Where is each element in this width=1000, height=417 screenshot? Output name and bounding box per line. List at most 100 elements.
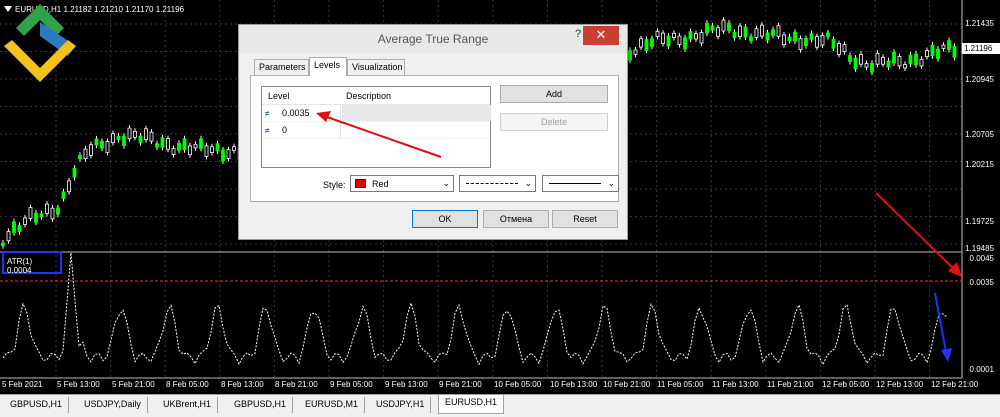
candle-body <box>127 127 132 140</box>
description-cell[interactable] <box>342 105 491 121</box>
candle-body <box>67 180 71 193</box>
color-select[interactable]: Red ⌄ <box>350 175 454 192</box>
chart-tab[interactable]: GBPUSD,H1 <box>4 397 70 413</box>
levels-table[interactable]: Level Description ≠ 0.0035 ≠ 0 <box>261 86 491 168</box>
current-price-label: 1.21196 <box>962 43 1000 54</box>
level-cell[interactable]: ≠ 0 <box>262 122 341 138</box>
candle-body <box>182 138 187 151</box>
candle-body <box>23 217 27 225</box>
candle-body <box>50 207 55 220</box>
candle-body <box>628 49 632 61</box>
time-axis-label: 5 Feb 13:00 <box>57 380 100 389</box>
candle-body <box>666 35 671 47</box>
reset-button[interactable]: Reset <box>552 210 618 228</box>
candle-body <box>853 57 858 70</box>
candle-body <box>743 26 748 38</box>
chart-tab[interactable]: EURUSD,M1 <box>299 397 366 413</box>
tab-levels[interactable]: Levels <box>309 57 347 76</box>
chart-tab[interactable]: USDJPY,Daily <box>78 397 148 413</box>
candle-body <box>787 36 792 42</box>
candle-body <box>705 22 709 34</box>
ok-button[interactable]: OK <box>412 210 478 228</box>
close-button[interactable]: ✕ <box>583 26 619 45</box>
add-button[interactable]: Add <box>500 85 608 103</box>
tab-visualization[interactable]: Visualization <box>347 59 405 75</box>
delete-button[interactable]: Delete <box>500 113 608 131</box>
dialog-titlebar[interactable]: Average True Range ? ✕ <box>239 25 627 53</box>
candle-body <box>644 39 649 51</box>
price-axis-label: 1.20215 <box>965 160 994 169</box>
candle-body <box>754 28 759 38</box>
chart-tab[interactable]: USDJPY,H1 <box>370 397 432 413</box>
candle-body <box>765 32 770 41</box>
chart-tab[interactable]: GBPUSD,H1 <box>228 397 294 413</box>
candle-body <box>672 32 676 38</box>
time-axis-label: 11 Feb 05:00 <box>657 380 704 389</box>
candle-body <box>936 48 940 59</box>
line-style-select[interactable]: ⌄ <box>459 175 536 192</box>
price-axis-label: 1.21435 <box>965 19 994 28</box>
atr-indicator-label[interactable]: ATR(1) 0.0004 <box>2 251 62 275</box>
candle-body <box>94 138 99 146</box>
candle-body <box>864 63 869 68</box>
chevron-down-icon: ⌄ <box>607 178 615 188</box>
level-grid-icon: ≠ <box>265 126 270 135</box>
time-axis-label: 12 Feb 05:00 <box>822 380 870 389</box>
level-value: 0.0035 <box>282 108 310 118</box>
style-label: Style: <box>323 180 346 190</box>
candle-body <box>149 131 154 142</box>
level-cell[interactable]: ≠ 0.0035 <box>262 105 341 121</box>
chevron-down-icon: ⌄ <box>442 178 450 188</box>
time-axis-label: 9 Feb 21:00 <box>439 380 482 389</box>
candle-body <box>716 27 720 37</box>
time-axis-label: 10 Feb 21:00 <box>603 380 651 389</box>
time-axis-label: 9 Feb 05:00 <box>330 380 373 389</box>
candle-body <box>133 130 137 138</box>
cancel-button[interactable]: Отмена <box>483 210 549 228</box>
candle-body <box>28 207 33 219</box>
candle-body <box>694 33 698 40</box>
candle-body <box>903 64 907 69</box>
tab-parameters[interactable]: Parameters <box>254 59 309 75</box>
column-header-level[interactable]: Level <box>268 91 290 101</box>
table-row[interactable]: ≠ 0.0035 <box>262 105 491 122</box>
table-row[interactable]: ≠ 0 <box>262 122 490 139</box>
candle-body <box>908 54 913 65</box>
levels-table-header: Level Description <box>262 87 490 105</box>
atr-axis-label: 0.0045 <box>969 254 994 263</box>
candle-body <box>710 25 715 31</box>
time-axis-label: 8 Feb 21:00 <box>275 380 318 389</box>
chart-tab[interactable]: UKBrent,H1 <box>157 397 219 413</box>
candle-body <box>688 31 693 40</box>
candle-body <box>826 32 830 37</box>
candle-body <box>837 43 841 55</box>
candle-body <box>6 231 11 242</box>
time-axis-label: 5 Feb 21:00 <box>112 380 155 389</box>
candle-body <box>111 133 115 144</box>
candle-body <box>831 38 836 49</box>
candle-body <box>804 38 808 47</box>
level-value: 0 <box>282 125 288 135</box>
line-width-select[interactable]: ⌄ <box>542 175 619 192</box>
close-icon: ✕ <box>595 27 607 42</box>
candle-body <box>919 58 924 67</box>
candle-body <box>138 135 143 144</box>
price-axis-label: 1.20705 <box>965 130 994 139</box>
description-cell[interactable] <box>342 122 491 138</box>
candle-body <box>45 203 49 214</box>
chart-tab-active[interactable]: EURUSD,H1 <box>438 395 505 414</box>
candle-body <box>749 36 753 42</box>
candle-body <box>848 55 852 62</box>
candle-body <box>881 56 885 65</box>
time-axis-label: 11 Feb 21:00 <box>767 380 814 389</box>
chart-tabs-bar: GBPUSD,H1 USDJPY,Daily UKBrent,H1 GBPUSD… <box>0 394 1000 417</box>
candle-body <box>798 38 803 50</box>
level-grid-icon: ≠ <box>265 109 270 118</box>
candle-body <box>1 242 5 247</box>
candle-body <box>177 142 181 151</box>
candle-body <box>793 31 797 42</box>
candle-body <box>699 32 704 44</box>
candle-body <box>56 207 60 215</box>
time-axis-label: 10 Feb 13:00 <box>550 380 598 389</box>
column-header-description[interactable]: Description <box>346 91 391 101</box>
